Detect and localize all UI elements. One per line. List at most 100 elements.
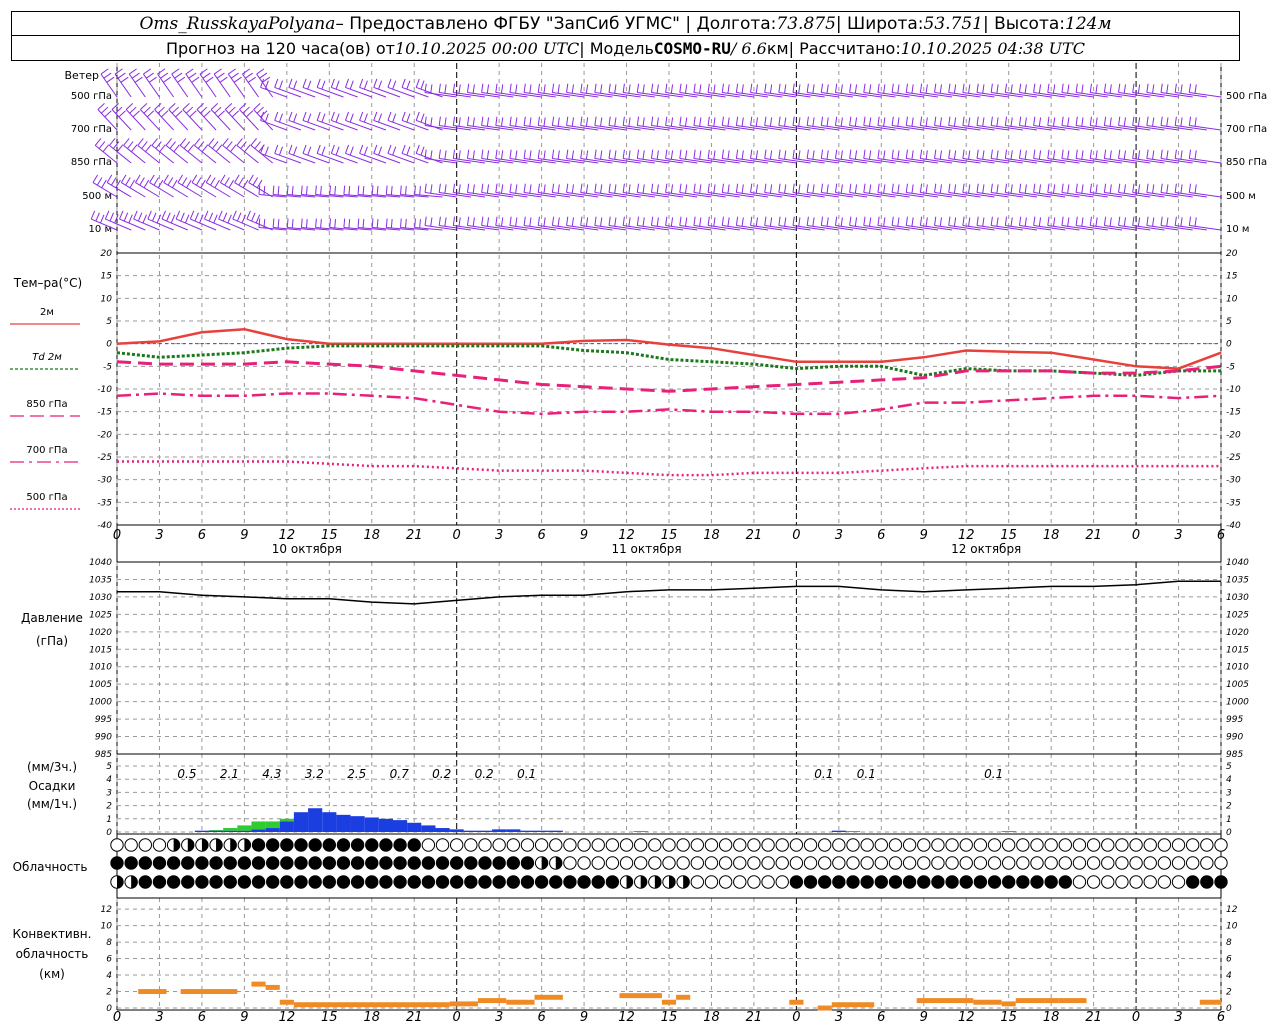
- cloud-symbol: [591, 838, 605, 852]
- wind-barb-flag: [976, 183, 979, 193]
- precip-bar-snow: [506, 829, 521, 832]
- cloud-symbol: [478, 856, 492, 870]
- precip-bar-snow: [831, 830, 846, 832]
- precip-bar-snow: [534, 830, 549, 832]
- conv-bar: [265, 984, 280, 990]
- wind-barb-flag: [288, 78, 293, 88]
- wind-barb-flag: [185, 106, 194, 114]
- day-label: 10 октября: [272, 542, 342, 556]
- wind-barb-flag: [174, 72, 183, 79]
- wind-barb-flag: [1194, 84, 1197, 94]
- wind-barb-staff: [163, 182, 189, 198]
- wind-barb-flag: [585, 217, 589, 227]
- wind-barb-flag: [495, 116, 498, 126]
- wind-barb-flag: [670, 217, 674, 227]
- wind-barb-flag: [1180, 117, 1183, 127]
- cloud-symbol: [492, 838, 506, 852]
- wind-barb-flag: [863, 183, 866, 193]
- wind-barb-flag: [628, 217, 631, 227]
- wind-barb-staff: [288, 152, 316, 164]
- temp-legend-label: 850 гПа: [26, 399, 67, 410]
- cloud-symbol: [237, 856, 252, 870]
- wind-barb-flag: [741, 117, 744, 127]
- wind-barb-flag: [1089, 149, 1092, 159]
- conv-bar: [279, 999, 294, 1005]
- precip-bar-rain: [223, 828, 238, 831]
- wind-barb-flag: [127, 141, 134, 149]
- wind-barb-flag: [826, 117, 829, 127]
- wind-barb-staff: [274, 152, 302, 164]
- cloud-symbol: [549, 875, 563, 889]
- bottom-hour-label: 9: [240, 1010, 248, 1024]
- cloud-symbol: [1072, 856, 1087, 870]
- hour-label: 3: [835, 528, 843, 543]
- wind-barb-flag: [755, 84, 758, 94]
- wind-barb-flag: [486, 217, 490, 227]
- wind-barb-flag: [500, 117, 504, 127]
- wind-barb-flag: [1103, 83, 1107, 93]
- wind-barb-flag: [274, 144, 279, 154]
- wind-barb-flag: [764, 183, 767, 193]
- wind-barb-flag: [557, 184, 560, 194]
- wind-barb-flag: [307, 80, 312, 90]
- wind-barb-flag: [452, 216, 456, 226]
- wind-barb-flag: [911, 184, 914, 194]
- cloud-symbol: [1143, 838, 1157, 852]
- wind-barb-staff: [142, 73, 160, 98]
- wind-barb-flag: [849, 183, 852, 193]
- cloud-symbol: [747, 856, 761, 870]
- wind-barb-flag: [1038, 84, 1042, 94]
- wind-barb-staff: [171, 73, 189, 98]
- pressure-tick-label-left: 1040: [89, 558, 112, 568]
- wind-barb-flag: [566, 83, 569, 93]
- wind-barb-staff: [345, 86, 372, 98]
- wind-barb-flag: [211, 141, 219, 149]
- wind-barb-flag: [123, 138, 130, 146]
- cloud-symbol: [690, 875, 705, 889]
- wind-barb-flag: [939, 117, 942, 127]
- temp-tick-label-right: -35: [1226, 498, 1241, 508]
- cloud-symbol: [393, 875, 407, 889]
- wind-barb-flag: [251, 212, 256, 222]
- wind-barb-flag: [129, 106, 137, 114]
- temp-tick-label-left: -5: [103, 362, 112, 372]
- cloud-symbol: [945, 875, 959, 889]
- wind-barb-flag: [812, 184, 815, 194]
- precip-unit-1h: (мм/1ч.): [27, 797, 77, 811]
- wind-barb-flag: [260, 110, 268, 118]
- cloud-symbol: [1185, 838, 1200, 852]
- conv-tick-label-right: 6: [1226, 955, 1232, 965]
- wind-barb-flag: [905, 183, 908, 193]
- cloud-symbol: [1030, 838, 1044, 852]
- wind-barb-flag: [523, 116, 526, 126]
- wind-barb-staff: [416, 86, 443, 98]
- cloud-symbol: [1086, 838, 1101, 852]
- wind-barb-flag: [594, 149, 597, 159]
- cloud-symbol: [124, 856, 138, 870]
- wind-barb-flag: [1132, 83, 1135, 93]
- wind-barb-flag: [153, 177, 159, 186]
- temp-tick-label-left: -40: [97, 521, 112, 531]
- wind-barb-flag: [755, 184, 758, 194]
- wind-barb-flag: [868, 84, 872, 94]
- wind-barb-flag: [210, 177, 216, 186]
- wind-barb-flag: [721, 149, 724, 159]
- wind-barb-flag: [523, 216, 526, 226]
- cloud-symbol: [336, 875, 351, 889]
- pressure-tick-label-right: 1030: [1226, 593, 1249, 603]
- wind-barb-staff: [316, 86, 344, 98]
- wind-barb-flag: [430, 84, 433, 94]
- wind-barb-flag: [320, 218, 322, 229]
- cloud-symbol: [435, 875, 450, 889]
- wind-barb-flag: [143, 179, 150, 189]
- conv-tick-label-right: 4: [1226, 971, 1232, 981]
- wind-barb-flag: [509, 116, 512, 126]
- wind-barb-staff: [157, 73, 175, 98]
- wind-barb-flag: [650, 149, 654, 159]
- conv-bar: [138, 989, 167, 994]
- cloud-symbol: [803, 838, 818, 852]
- precip-bar-snow: [194, 830, 209, 832]
- wind-barb-flag: [820, 183, 824, 193]
- wind-barb-flag: [854, 117, 858, 127]
- wind-barb-staff: [232, 218, 259, 231]
